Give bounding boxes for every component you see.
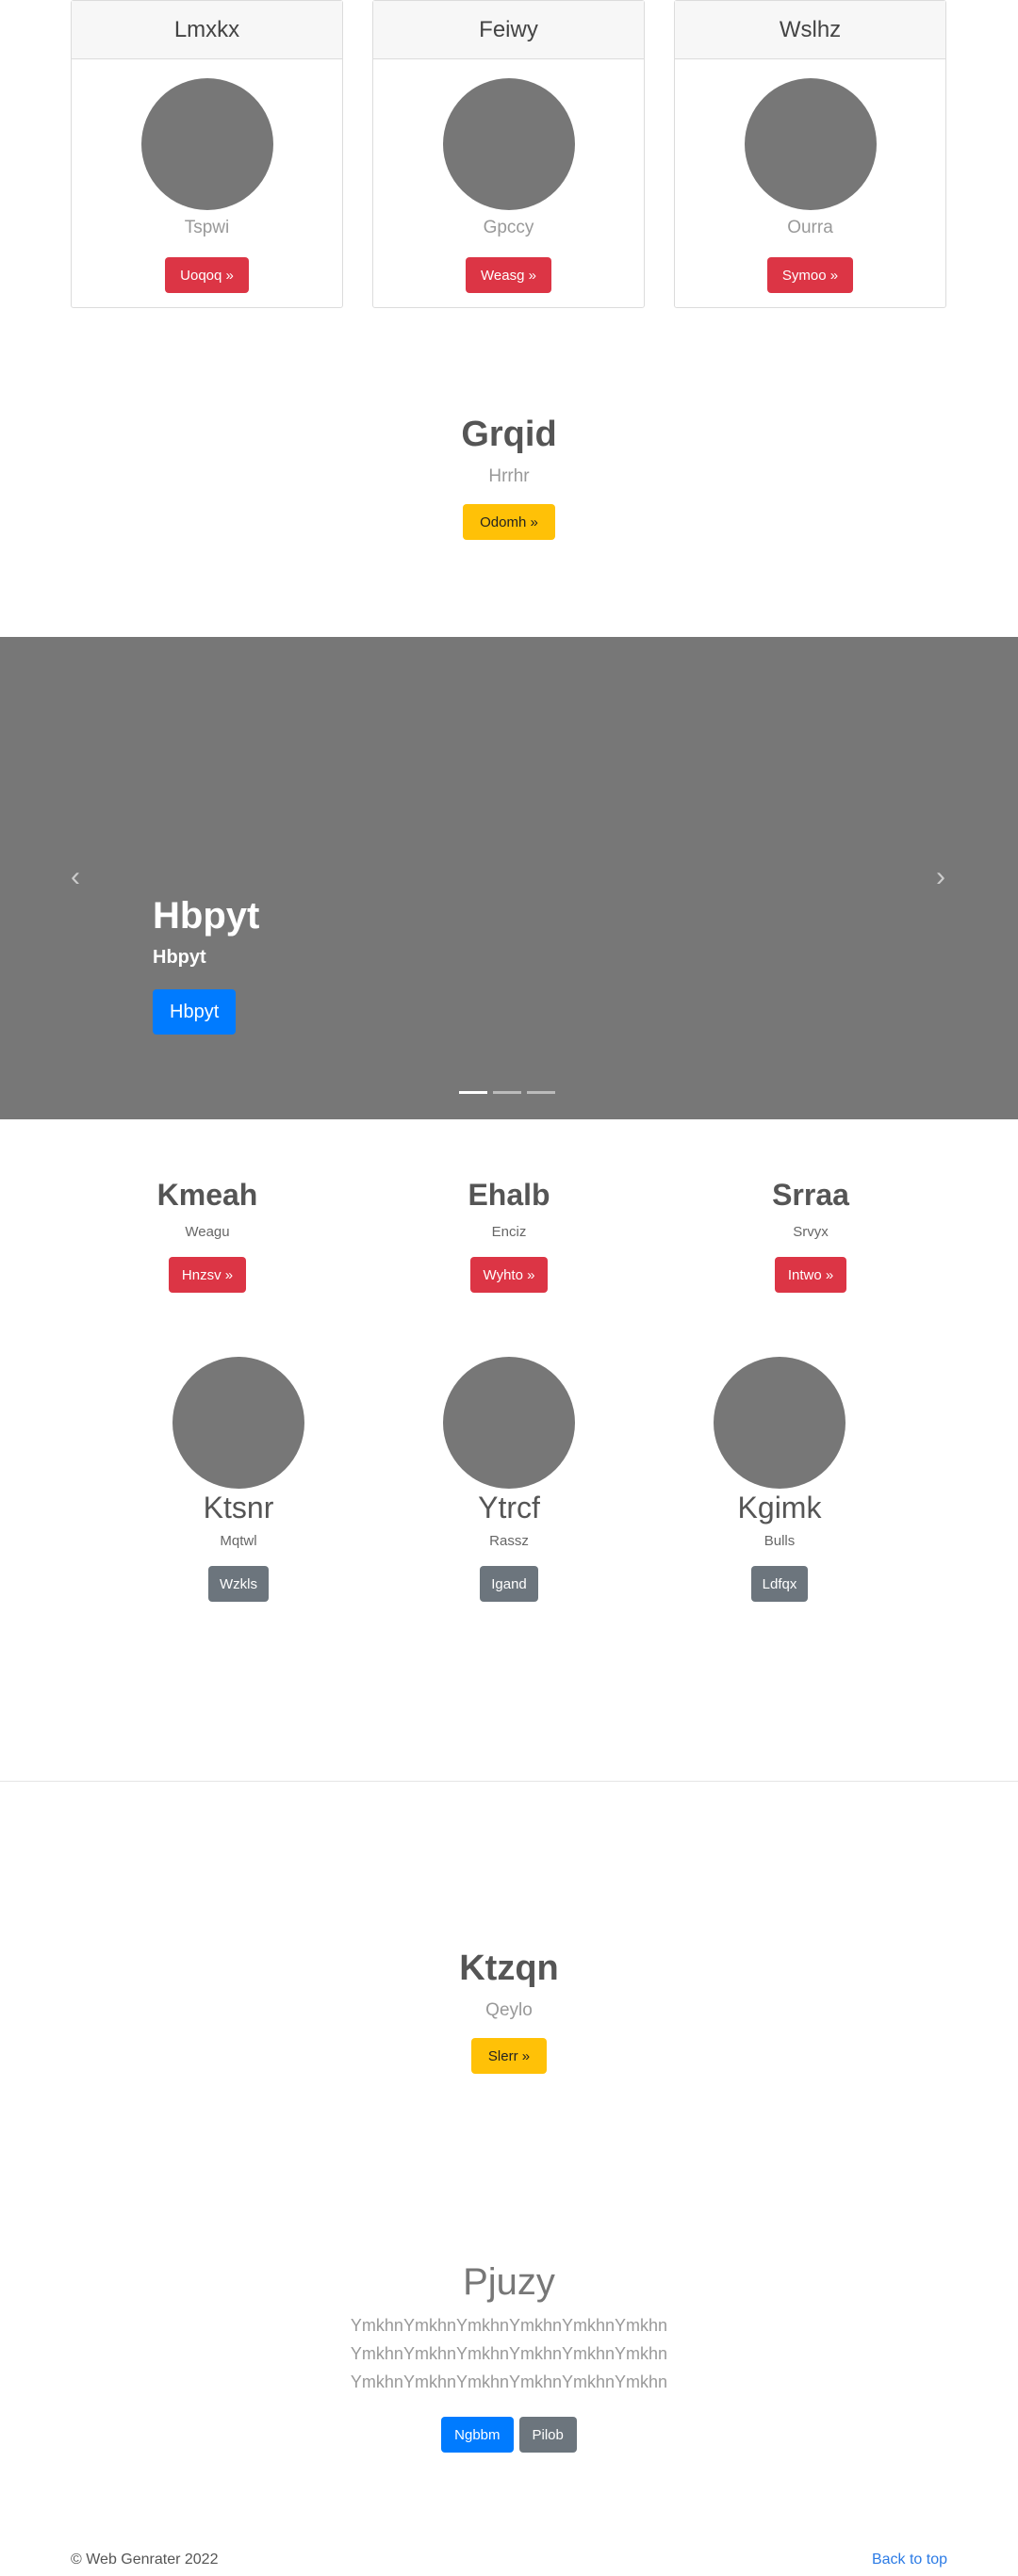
person-card: Ytrcf Rassz Igand xyxy=(396,1357,622,1602)
person-button[interactable]: Igand xyxy=(480,1566,538,1602)
primary-button[interactable]: Ngbbm xyxy=(441,2417,514,2453)
cards-row: Lmxkx Tspwi Uoqoq » Feiwy Gpccy Weasg » … xyxy=(71,0,947,308)
back-to-top-link[interactable]: Back to top xyxy=(872,2552,947,2568)
avatar-placeholder xyxy=(744,78,877,210)
hero-button[interactable]: Slerr » xyxy=(470,2038,548,2074)
hero-title: Grqid xyxy=(461,415,557,454)
person-button[interactable]: Wzkls xyxy=(208,1566,269,1602)
lead-line: YmkhnYmkhnYmkhnYmkhnYmkhnYmkhn xyxy=(350,2316,668,2335)
carousel-indicator[interactable] xyxy=(459,1091,487,1094)
lead-text: YmkhnYmkhnYmkhnYmkhnYmkhnYmkhn YmkhnYmkh… xyxy=(0,2311,1018,2396)
hero-section: Grqid Hrrhr Odomh » xyxy=(0,415,1018,540)
card-button[interactable]: Symoo » xyxy=(766,257,854,293)
card-subtitle: Ourra xyxy=(787,218,833,237)
card-subtitle: Tspwi xyxy=(184,218,230,237)
column-title: Ehalb xyxy=(468,1178,550,1212)
avatar-placeholder xyxy=(443,1357,575,1489)
lead-line: YmkhnYmkhnYmkhnYmkhnYmkhnYmkhn xyxy=(350,2372,668,2391)
carousel: ‹ › Hbpyt Hbpyt Hbpyt xyxy=(0,637,1018,1119)
card-button[interactable]: Uoqoq » xyxy=(165,257,249,293)
person-subtitle: Bulls xyxy=(764,1533,796,1549)
person-card: Kgimk Bulls Ldfqx xyxy=(666,1357,893,1602)
secondary-button[interactable]: Pilob xyxy=(518,2417,577,2453)
column-button[interactable]: Wyhto » xyxy=(469,1257,549,1293)
lead-buttons: Ngbbm Pilob xyxy=(0,2417,1018,2453)
card-title: Feiwy xyxy=(373,1,644,59)
column-title: Srraa xyxy=(772,1178,849,1212)
column-button[interactable]: Hnzsv » xyxy=(168,1257,247,1293)
footer: © Web Genrater 2022 Back to top xyxy=(71,2552,947,2568)
card-title: Wslhz xyxy=(675,1,945,59)
carousel-indicator[interactable] xyxy=(527,1091,555,1094)
copyright: © Web Genrater 2022 xyxy=(71,2552,219,2568)
column: Srraa Srvyx Intwo » xyxy=(669,1178,952,1293)
card-button[interactable]: Weasg » xyxy=(466,257,551,293)
carousel-subtitle: Hbpyt xyxy=(153,947,206,968)
lead-line: YmkhnYmkhnYmkhnYmkhnYmkhnYmkhn xyxy=(350,2344,668,2363)
column-subtitle: Srvyx xyxy=(793,1224,829,1240)
avatar-placeholder xyxy=(442,78,575,210)
section-divider xyxy=(0,1781,1018,1782)
column-button[interactable]: Intwo » xyxy=(774,1257,847,1293)
avatar-placeholder xyxy=(172,1357,304,1489)
card: Wslhz Ourra Symoo » xyxy=(674,0,946,308)
person-name: Kgimk xyxy=(737,1491,822,1524)
person-name: Ytrcf xyxy=(478,1491,540,1524)
card-subtitle: Gpccy xyxy=(483,218,534,237)
carousel-button[interactable]: Hbpyt xyxy=(153,989,237,1035)
avatar-placeholder xyxy=(140,78,273,210)
hero-title: Ktzqn xyxy=(459,1948,559,1988)
column-title: Kmeah xyxy=(156,1178,258,1212)
lead-section: Pjuzy YmkhnYmkhnYmkhnYmkhnYmkhnYmkhn Ymk… xyxy=(0,2261,1018,2453)
person-subtitle: Mqtwl xyxy=(220,1533,257,1549)
hero-subtitle: Qeylo xyxy=(485,2000,533,2020)
column: Kmeah Weagu Hnzsv » xyxy=(66,1178,349,1293)
card: Feiwy Gpccy Weasg » xyxy=(372,0,645,308)
hero-section: Ktzqn Qeylo Slerr » xyxy=(0,1948,1018,2074)
carousel-indicator[interactable] xyxy=(493,1091,521,1094)
lead-title: Pjuzy xyxy=(463,2261,555,2303)
chevron-left-icon[interactable]: ‹ xyxy=(64,863,87,891)
column-subtitle: Weagu xyxy=(185,1224,230,1240)
person-name: Ktsnr xyxy=(203,1491,274,1524)
card: Lmxkx Tspwi Uoqoq » xyxy=(71,0,343,308)
hero-button[interactable]: Odomh » xyxy=(463,504,555,540)
avatar-placeholder xyxy=(714,1357,846,1489)
card-title: Lmxkx xyxy=(72,1,342,59)
person-card: Ktsnr Mqtwl Wzkls xyxy=(125,1357,352,1602)
carousel-indicators xyxy=(459,1091,555,1094)
carousel-title: Hbpyt xyxy=(153,895,260,937)
person-subtitle: Rassz xyxy=(489,1533,529,1549)
column: Ehalb Enciz Wyhto » xyxy=(368,1178,650,1293)
chevron-right-icon[interactable]: › xyxy=(929,863,952,891)
column-subtitle: Enciz xyxy=(491,1224,527,1240)
carousel-caption: Hbpyt Hbpyt Hbpyt xyxy=(153,895,259,1035)
person-button[interactable]: Ldfqx xyxy=(750,1566,809,1602)
hero-subtitle: Hrrhr xyxy=(488,466,530,486)
